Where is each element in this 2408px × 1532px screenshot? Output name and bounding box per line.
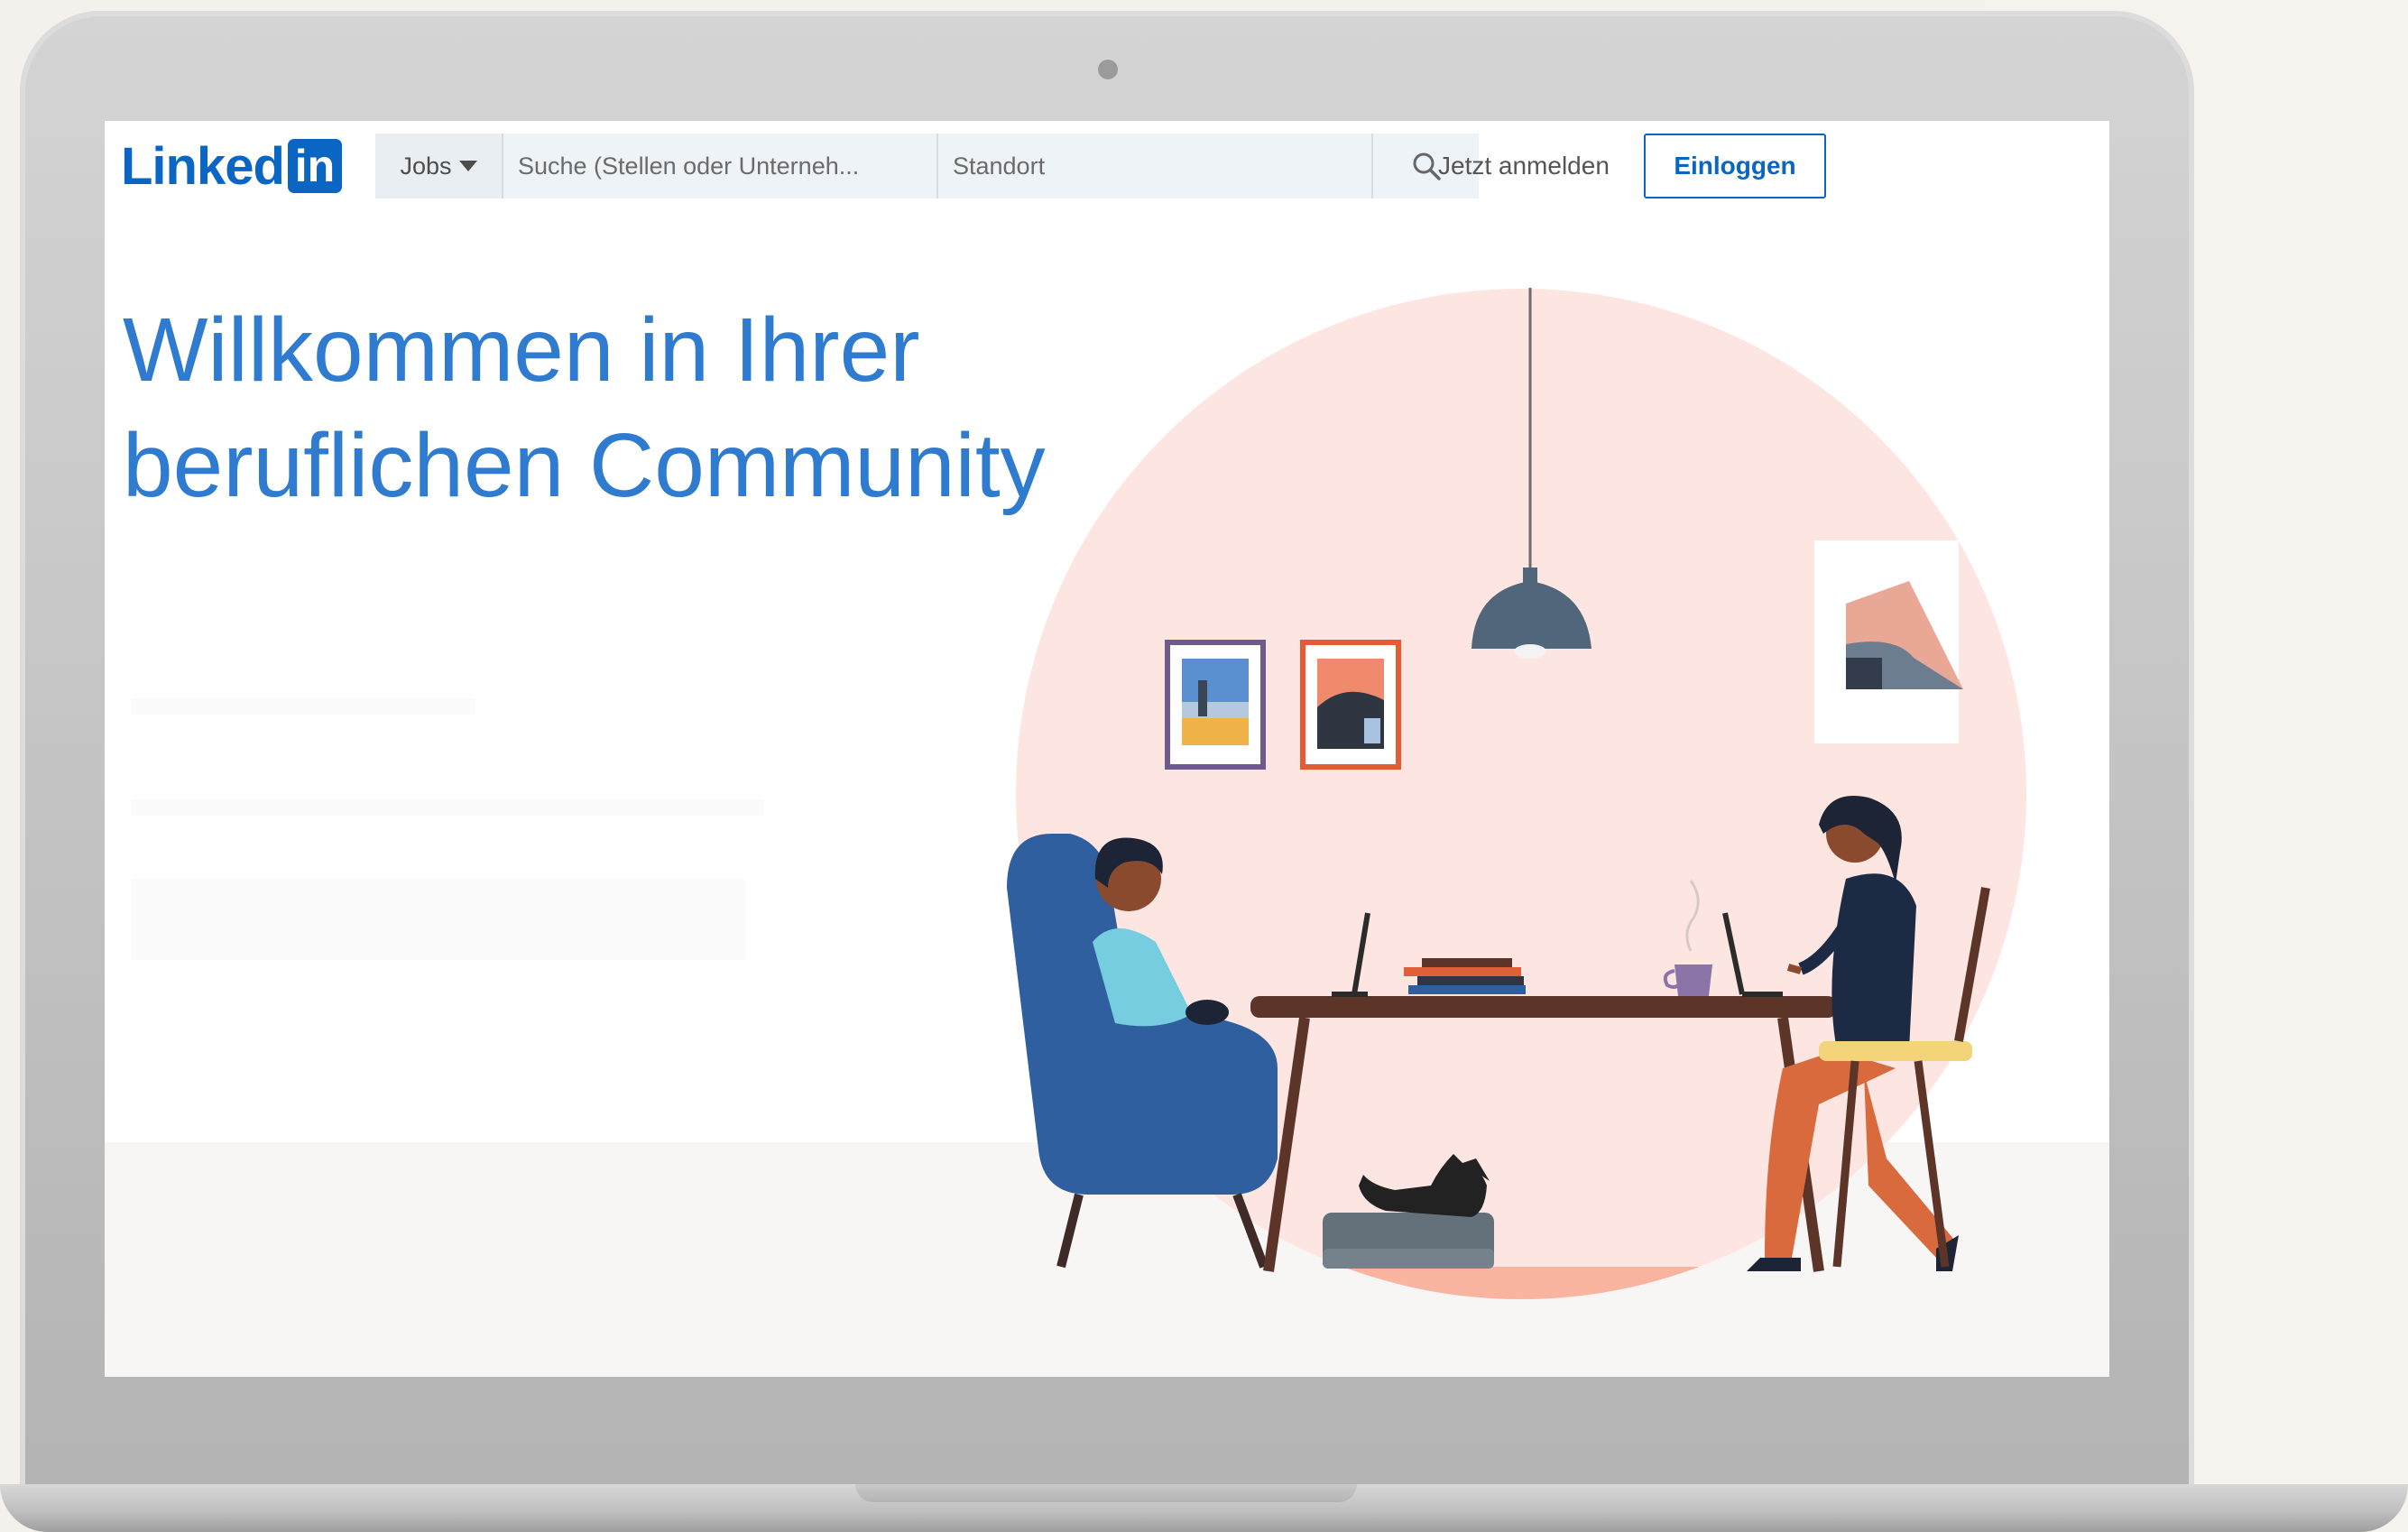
- browser-screen: Linked in Jobs Jetzt anmelden Einloggen …: [105, 121, 2109, 1377]
- ghost-placeholder: [132, 799, 763, 816]
- ghost-placeholder: [132, 879, 745, 960]
- signup-link[interactable]: Jetzt anmelden: [1438, 146, 1610, 186]
- location-input[interactable]: [938, 134, 1373, 198]
- jobs-dropdown[interactable]: Jobs: [375, 134, 503, 198]
- laptop-base-notch: [855, 1484, 1357, 1502]
- search-icon: [1413, 152, 1441, 180]
- linkedin-logo[interactable]: Linked in: [121, 136, 342, 196]
- headline-line-1: Willkommen in Ihrer: [123, 300, 920, 401]
- chair-seat: [1819, 1041, 1972, 1061]
- mug: [1675, 964, 1712, 996]
- logo-in-box: in: [287, 139, 342, 193]
- jobs-dropdown-label: Jobs: [400, 152, 452, 180]
- search-bar: Jobs: [375, 134, 1479, 198]
- ghost-placeholder: [132, 698, 475, 715]
- caret-down-icon: [458, 161, 477, 171]
- table-top: [1250, 996, 1837, 1018]
- book-stack: [1404, 967, 1521, 976]
- page-title: Willkommen in Ihrer beruflichen Communit…: [123, 292, 1115, 523]
- login-button[interactable]: Einloggen: [1644, 134, 1826, 198]
- search-input[interactable]: [503, 134, 938, 198]
- hero-illustration: [1007, 288, 2026, 1299]
- logo-wordmark: Linked: [121, 136, 285, 196]
- camera-dot: [1098, 60, 1118, 79]
- person-right-body: [1831, 873, 1916, 1050]
- headline-line-2: beruflichen Community: [123, 415, 1046, 516]
